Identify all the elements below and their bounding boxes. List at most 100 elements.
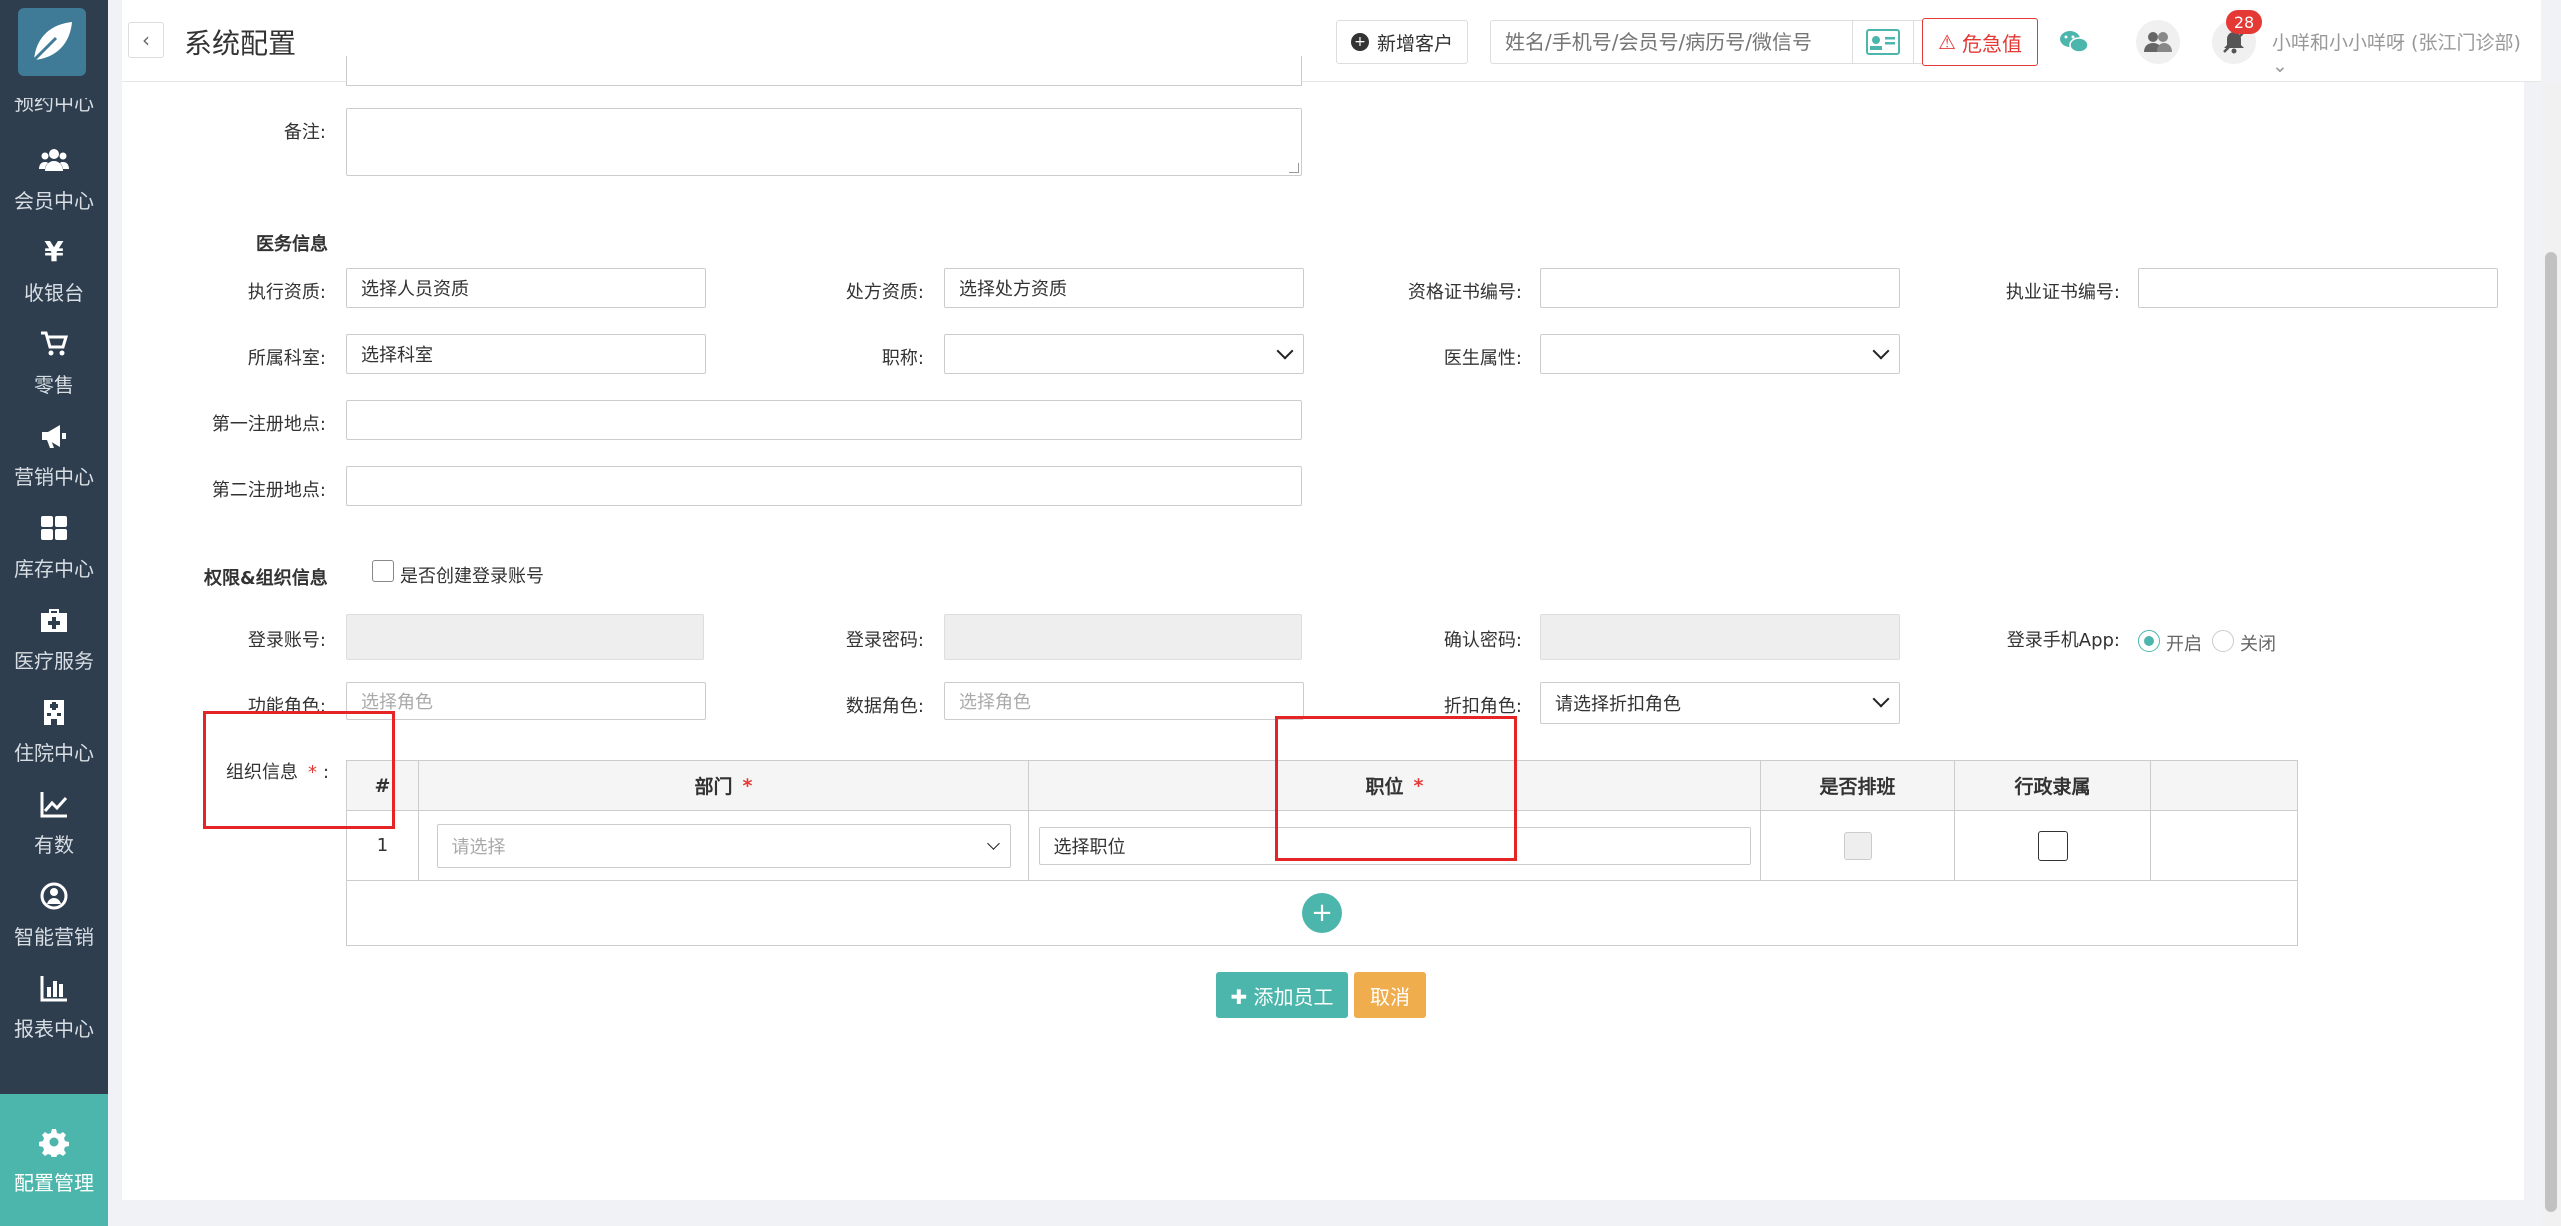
dept-cell: 请选择 — [419, 811, 1029, 881]
chevron-down-icon — [1872, 690, 1890, 708]
app-on-label: 开启 — [2166, 634, 2202, 655]
scroll-thumb[interactable] — [2545, 252, 2557, 1212]
shift-checkbox[interactable] — [1843, 831, 1872, 860]
sidebar-item-appointment[interactable]: 预约中心 — [0, 98, 108, 120]
cart-icon — [37, 327, 71, 361]
second-registration-label: 第二注册地点: — [211, 480, 326, 501]
confirm-password-label: 确认密码: — [1443, 630, 1522, 651]
col-shift-header: 是否排班 — [1761, 761, 1955, 811]
page-scrollbar[interactable] — [2541, 82, 2561, 1226]
department-field[interactable]: 选择科室 — [346, 334, 706, 374]
license-number-input[interactable] — [2138, 268, 2498, 308]
sidebar-item-smart-marketing[interactable]: 智能营销 — [0, 866, 108, 962]
login-account-label: 登录账号: — [247, 630, 326, 651]
back-button[interactable]: ‹ — [128, 22, 164, 58]
yen-icon: ¥ — [44, 235, 64, 268]
dept-select[interactable]: 请选择 — [436, 823, 1011, 868]
wechat-icon[interactable] — [2052, 20, 2096, 64]
gear-icon — [37, 1125, 71, 1159]
function-role-field[interactable]: 选择角色 — [346, 682, 706, 720]
first-registration-label: 第一注册地点: — [211, 414, 326, 435]
new-customer-button[interactable]: + 新增客户 — [1336, 20, 1469, 64]
users-icon — [37, 143, 71, 177]
app-off-label: 关闭 — [2240, 634, 2276, 655]
remark-label: 备注: — [283, 122, 326, 143]
sidebar-item-inpatient[interactable]: 住院中心 — [0, 682, 108, 778]
data-role-field[interactable]: 选择角色 — [944, 682, 1304, 720]
sidebar: 预约中心 会员中心 ¥ 收银台 零售 营销中心 库存中心 医疗服务 住院中心 有… — [0, 0, 108, 1226]
discount-role-value: 请选择折扣角色 — [1555, 694, 1681, 715]
job-title-select[interactable] — [944, 334, 1304, 374]
sidebar-item-label: 配置管理 — [14, 1170, 94, 1195]
discount-role-label: 折扣角色: — [1443, 696, 1522, 717]
chevron-down-icon — [1872, 342, 1890, 360]
cert-number-input[interactable] — [1540, 268, 1900, 308]
alert-icon: ⚠ — [1938, 30, 1956, 54]
hospital-icon — [37, 695, 71, 729]
confirm-password-input[interactable] — [1540, 614, 1900, 660]
medkit-icon — [37, 603, 71, 637]
add-row-button[interactable]: + — [1302, 893, 1342, 933]
rx-qualification-field[interactable]: 选择处方资质 — [944, 268, 1304, 308]
app-on-radio[interactable] — [2138, 630, 2160, 652]
previous-field-partial[interactable] — [346, 56, 1302, 86]
page-title: 系统配置 — [184, 27, 297, 60]
resize-grip-icon[interactable] — [1289, 163, 1299, 173]
medical-section-title: 医务信息 — [256, 234, 328, 255]
sidebar-item-marketing[interactable]: 营销中心 — [0, 406, 108, 502]
dept-select-placeholder: 请选择 — [451, 836, 506, 858]
team-icon[interactable] — [2136, 20, 2180, 64]
id-card-icon — [1866, 29, 1900, 55]
sidebar-item-config[interactable]: 配置管理 — [0, 1094, 108, 1226]
permission-section-title: 权限&组织信息 — [204, 568, 328, 589]
sidebar-item-label: 住院中心 — [14, 740, 94, 765]
first-registration-input[interactable] — [346, 400, 1302, 440]
sidebar-item-data[interactable]: 有数 — [0, 774, 108, 870]
sidebar-item-retail[interactable]: 零售 — [0, 314, 108, 410]
leaf-logo-icon — [32, 22, 72, 62]
doctor-attribute-select[interactable] — [1540, 334, 1900, 374]
exec-qualification-label: 执行资质: — [247, 282, 326, 303]
cancel-button[interactable]: 取消 — [1354, 972, 1426, 1018]
second-registration-input[interactable] — [346, 466, 1302, 506]
trend-icon — [37, 787, 71, 821]
rx-qualification-label: 处方资质: — [845, 282, 924, 303]
col-admin-header: 行政隶属 — [1955, 761, 2151, 811]
doctor-attribute-label: 医生属性: — [1443, 348, 1522, 369]
create-account-label: 是否创建登录账号 — [400, 566, 544, 587]
grid-icon — [37, 511, 71, 545]
chevron-down-icon — [986, 836, 1000, 850]
sidebar-item-medical[interactable]: 医疗服务 — [0, 590, 108, 686]
sidebar-item-cashier[interactable]: ¥ 收银台 — [0, 222, 108, 318]
sidebar-item-label: 医疗服务 — [14, 648, 94, 673]
highlight-box-position — [1275, 716, 1517, 861]
critical-value-label: 危急值 — [1961, 31, 2022, 56]
ai-icon — [37, 879, 71, 913]
sidebar-item-reports[interactable]: 报表中心 — [0, 958, 108, 1054]
add-staff-button[interactable]: ✚ 添加员工 — [1216, 972, 1348, 1018]
user-menu[interactable]: 小咩和小小咩呀 (张江门诊部) ⌄ — [2272, 28, 2541, 77]
create-account-checkbox[interactable] — [372, 560, 394, 582]
sidebar-item-label: 零售 — [34, 372, 74, 397]
sidebar-item-inventory[interactable]: 库存中心 — [0, 498, 108, 594]
license-number-label: 执业证书编号: — [2005, 282, 2120, 303]
megaphone-icon — [37, 419, 71, 453]
discount-role-select[interactable]: 请选择折扣角色 — [1540, 682, 1900, 724]
sidebar-item-member[interactable]: 会员中心 — [0, 130, 108, 226]
mobile-app-label: 登录手机App: — [2006, 630, 2120, 651]
admin-checkbox[interactable] — [2037, 830, 2068, 861]
login-password-input[interactable] — [944, 614, 1302, 660]
app-off-radio[interactable] — [2212, 630, 2234, 652]
notification-badge: 28 — [2226, 10, 2262, 34]
app-logo[interactable] — [18, 8, 86, 76]
exec-qualification-field[interactable]: 选择人员资质 — [346, 268, 706, 308]
col-extra-header — [2151, 761, 2297, 811]
highlight-box-org-info — [203, 711, 395, 829]
login-account-input[interactable] — [346, 614, 704, 660]
sidebar-item-label: 库存中心 — [14, 556, 94, 581]
add-row-area: + — [347, 881, 2297, 945]
critical-value-button[interactable]: ⚠ 危急值 — [1922, 18, 2038, 66]
remark-textarea[interactable] — [346, 108, 1302, 176]
id-card-button[interactable] — [1852, 20, 1914, 64]
cert-number-label: 资格证书编号: — [1407, 282, 1522, 303]
